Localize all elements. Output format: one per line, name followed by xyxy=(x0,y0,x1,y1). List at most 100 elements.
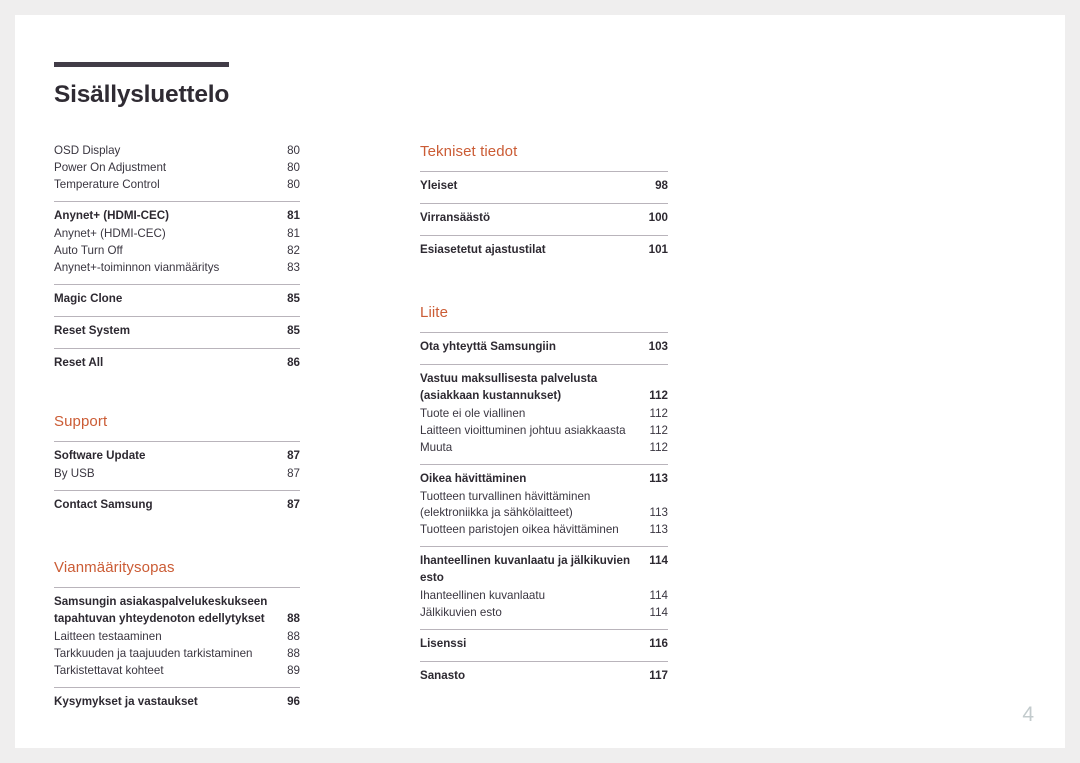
toc-entry-label: Tuotteen paristojen oikea hävittäminen xyxy=(420,523,619,536)
toc-entry-page: 80 xyxy=(287,178,300,191)
toc-entry-secondary[interactable]: Ihanteellinen kuvanlaatu 114 xyxy=(420,588,668,605)
toc-entry-page: 112 xyxy=(649,388,668,402)
toc-group: Virransäästö 100 xyxy=(420,203,668,228)
toc-entry-primary[interactable]: Kysymykset ja vastaukset 96 xyxy=(54,694,300,712)
toc-entry-page: 87 xyxy=(287,498,300,511)
toc-entry-secondary[interactable]: OSD Display 80 xyxy=(54,143,300,160)
toc-entry-primary[interactable]: Lisenssi 116 xyxy=(420,636,668,654)
toc-entry-label: Sanasto xyxy=(420,668,466,682)
toc-entry-label: Yleiset xyxy=(420,179,458,192)
toc-group: Contact Samsung 87 xyxy=(54,490,300,515)
toc-entry-secondary[interactable]: Anynet+-toiminnon vianmääritys 83 xyxy=(54,260,300,277)
page-number: 4 xyxy=(1022,703,1034,726)
toc-entry-page: 87 xyxy=(287,467,300,480)
toc-entry-label: Magic Clone xyxy=(54,292,123,305)
toc-entry-label: Tarkkuuden ja taajuuden tarkistaminen xyxy=(54,646,253,660)
toc-group: Ihanteellinen kuvanlaatu ja jälkikuvien … xyxy=(420,546,668,622)
toc-group: Kysymykset ja vastaukset 96 xyxy=(54,686,300,712)
toc-entry-secondary[interactable]: Laitteen vioittuminen johtuu asiakkaasta… xyxy=(420,423,668,440)
toc-group: OSD Display 80 Power On Adjustment 80 Temper… xyxy=(54,143,300,194)
toc-entry-label: Laitteen testaaminen xyxy=(54,629,162,643)
toc-right-column: Tekniset tiedot Yleiset 98 Virransäästö 100… xyxy=(420,143,668,712)
toc-entry-primary[interactable]: Samsungin asiakaspalvelukeskukseen tapah… xyxy=(54,594,300,629)
document-page: Sisällysluettelo OSD Display 80 Power On A… xyxy=(15,15,1065,748)
toc-entry-label: Tuotteen turvallinen hävittäminen (elekt… xyxy=(420,489,591,520)
toc-entry-label: Ota yhteyttä Samsungiin xyxy=(420,340,556,353)
toc-entry-label: Lisenssi xyxy=(420,636,467,650)
toc-entry-label: OSD Display xyxy=(54,144,121,157)
toc-entry-secondary[interactable]: Auto Turn Off 82 xyxy=(54,243,300,260)
toc-entry-secondary[interactable]: Jälkikuvien esto 114 xyxy=(420,605,668,622)
page-title-block: Sisällysluettelo xyxy=(54,62,229,109)
toc-entry-label: Jälkikuvien esto xyxy=(420,605,502,619)
toc-entry-label: Laitteen vioittuminen johtuu asiakkaasta xyxy=(420,423,626,437)
toc-group-list-troubleshooting: Samsungin asiakaspalvelukeskukseen tapah… xyxy=(54,587,300,712)
toc-entry-primary[interactable]: Vastuu maksullisesta palvelusta (asiakka… xyxy=(420,371,668,406)
toc-group: Samsungin asiakaspalvelukeskukseen tapah… xyxy=(54,587,300,680)
toc-entry-primary[interactable]: Esiasetetut ajastustilat 101 xyxy=(420,242,668,260)
toc-entry-primary[interactable]: Ota yhteyttä Samsungiin 103 xyxy=(420,339,668,357)
toc-entry-primary[interactable]: Oikea hävittäminen 113 xyxy=(420,471,668,489)
toc-entry-label: Samsungin asiakaspalvelukeskukseen tapah… xyxy=(54,595,268,625)
toc-entry-page: 85 xyxy=(287,292,300,305)
title-rule xyxy=(54,62,229,67)
toc-entry-primary[interactable]: Yleiset 98 xyxy=(420,178,668,196)
toc-entry-label: Tarkistettavat kohteet xyxy=(54,663,164,677)
toc-entry-page: 88 xyxy=(287,646,300,660)
toc-entry-primary[interactable]: Magic Clone 85 xyxy=(54,291,300,309)
toc-entry-label: Anynet+ (HDMI-CEC) xyxy=(54,209,169,222)
toc-entry-primary[interactable]: Software Update 87 xyxy=(54,448,300,466)
toc-entry-secondary[interactable]: Tuotteen turvallinen hävittäminen (elekt… xyxy=(420,489,668,523)
toc-entry-label: Muuta xyxy=(420,440,453,454)
toc-entry-primary[interactable]: Reset All 86 xyxy=(54,355,300,373)
toc-group: Vastuu maksullisesta palvelusta (asiakka… xyxy=(420,364,668,457)
toc-entry-secondary[interactable]: Power On Adjustment 80 xyxy=(54,160,300,177)
toc-entry-page: 116 xyxy=(649,636,668,650)
toc-entry-secondary[interactable]: Anynet+ (HDMI-CEC) 81 xyxy=(54,226,300,243)
toc-entry-label: Auto Turn Off xyxy=(54,244,123,257)
toc-entry-page: 81 xyxy=(287,227,300,240)
toc-entry-page: 113 xyxy=(649,506,668,519)
toc-group: Software Update 87 By USB 87 xyxy=(54,441,300,483)
toc-group: Yleiset 98 xyxy=(420,171,668,196)
toc-entry-secondary[interactable]: By USB 87 xyxy=(54,466,300,483)
section-heading-troubleshooting: Vianmääritysopas xyxy=(54,559,175,576)
toc-entry-label: Power On Adjustment xyxy=(54,161,167,174)
toc-entry-secondary[interactable]: Temperature Control 80 xyxy=(54,177,300,194)
toc-entry-page: 117 xyxy=(649,668,668,682)
toc-entry-page: 114 xyxy=(649,605,668,619)
toc-entry-label: By USB xyxy=(54,467,95,480)
toc-group: Oikea hävittäminen 113 Tuotteen turvalline… xyxy=(420,463,668,540)
toc-entry-primary[interactable]: Reset System 85 xyxy=(54,323,300,341)
toc-entry-page: 80 xyxy=(287,144,300,157)
toc-entry-page: 85 xyxy=(287,324,300,337)
toc-group-list-specs: Yleiset 98 Virransäästö 100 Esiasetetut ajas… xyxy=(420,171,668,260)
toc-entry-page: 83 xyxy=(287,261,300,274)
toc-entry-secondary[interactable]: Tarkistettavat kohteet 89 xyxy=(54,663,300,680)
toc-entry-primary[interactable]: Ihanteellinen kuvanlaatu ja jälkikuvien … xyxy=(420,553,668,588)
toc-entry-primary[interactable]: Sanasto 117 xyxy=(420,668,668,686)
toc-entry-label: Oikea hävittäminen xyxy=(420,471,527,485)
toc-entry-primary[interactable]: Contact Samsung 87 xyxy=(54,497,300,515)
toc-entry-secondary[interactable]: Tuotteen paristojen oikea hävittäminen 11… xyxy=(420,522,668,539)
toc-entry-secondary[interactable]: Tuote ei ole viallinen 112 xyxy=(420,406,668,423)
toc-entry-page: 88 xyxy=(287,611,300,625)
toc-group: Sanasto 117 xyxy=(420,660,668,686)
toc-entry-page: 112 xyxy=(649,423,668,437)
toc-entry-primary[interactable]: Anynet+ (HDMI-CEC) 81 xyxy=(54,208,300,226)
toc-entry-page: 86 xyxy=(287,356,300,369)
toc-entry-secondary[interactable]: Muuta 112 xyxy=(420,440,668,457)
toc-entry-secondary[interactable]: Laitteen testaaminen 88 xyxy=(54,629,300,646)
toc-entry-page: 88 xyxy=(287,629,300,643)
toc-entry-secondary[interactable]: Tarkkuuden ja taajuuden tarkistaminen 88 xyxy=(54,646,300,663)
toc-entry-primary[interactable]: Virransäästö 100 xyxy=(420,210,668,228)
toc-entry-page: 112 xyxy=(649,440,668,454)
toc-entry-page: 89 xyxy=(287,663,300,677)
toc-entry-page: 114 xyxy=(649,554,668,567)
section-heading-appendix: Liite xyxy=(420,304,449,321)
toc-entry-page: 114 xyxy=(649,588,668,602)
toc-entry-page: 100 xyxy=(648,211,668,224)
toc-group: Esiasetetut ajastustilat 101 xyxy=(420,235,668,260)
toc-entry-label: Temperature Control xyxy=(54,178,160,191)
toc-group: Anynet+ (HDMI-CEC) 81 Anynet+ (HDMI-CEC) 81… xyxy=(54,201,300,277)
